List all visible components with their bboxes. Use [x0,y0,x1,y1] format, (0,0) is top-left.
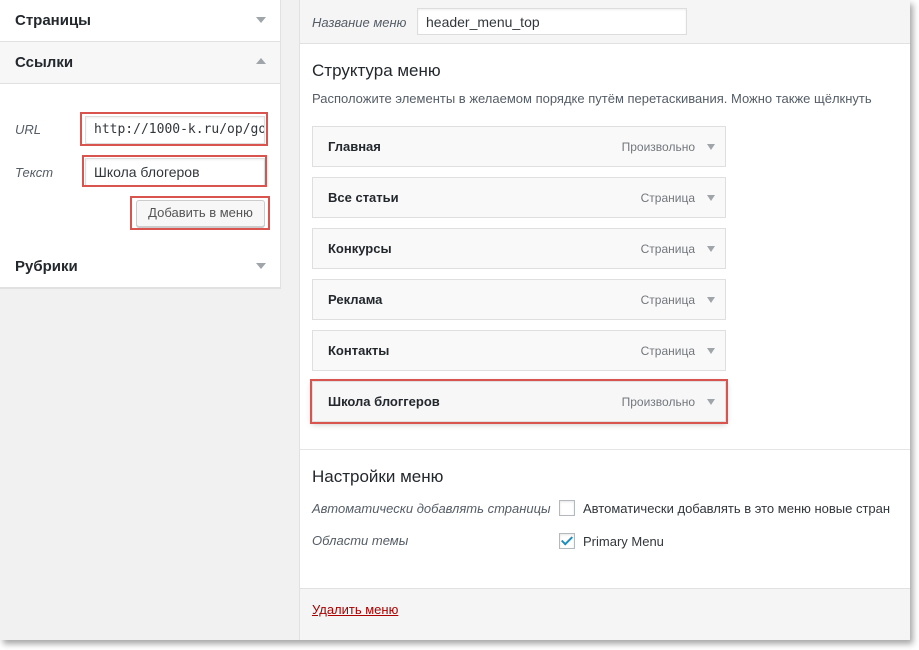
chevron-down-icon[interactable] [707,144,715,150]
menu-item-type: Страница [640,191,695,205]
accordion-links[interactable]: Ссылки [0,42,280,84]
chevron-down-icon[interactable] [707,195,715,201]
menu-item-label: Контакты [328,343,390,358]
checkmark-icon [560,533,574,546]
add-menu-items-panel: Страницы Ссылки URL http://1000-k.ru/op/… [0,0,281,289]
menu-edit-panel: Название меню header_menu_top Структура … [299,0,910,640]
auto-add-checkbox[interactable] [559,500,575,516]
auto-add-label: Автоматически добавлять страницы [312,501,551,516]
chevron-down-icon[interactable] [256,263,266,269]
accordion-pages[interactable]: Страницы [0,0,280,42]
delete-menu-link[interactable]: Удалить меню [312,602,398,617]
accordion-pages-title: Страницы [15,12,91,29]
button-highlight-box [130,196,270,230]
menu-item-type: Страница [640,344,695,358]
accordion-categories-title: Рубрики [15,258,78,275]
menu-item-type: Страница [640,242,695,256]
menu-footer: Удалить меню [300,588,910,640]
divider [300,449,910,450]
menu-structure-description: Расположите элементы в желаемом порядке … [312,91,872,106]
primary-menu-text: Primary Menu [583,534,664,549]
menu-name-input[interactable]: header_menu_top [417,8,687,35]
text-highlight-box [82,155,267,187]
menu-item[interactable]: Реклама Страница [312,279,726,320]
menu-name-label: Название меню [312,15,407,30]
menu-item-label: Главная [328,139,381,154]
menu-item[interactable]: Контакты Страница [312,330,726,371]
menu-name-bar: Название меню header_menu_top [300,0,910,44]
url-highlight-box [80,112,268,146]
auto-add-text: Автоматически добавлять в это меню новые… [583,501,891,516]
menu-item-label: Реклама [328,292,383,307]
menu-item-type: Произвольно [621,140,695,154]
menu-structure-title: Структура меню [312,61,441,80]
menu-item[interactable]: Главная Произвольно [312,126,726,167]
menu-item-label: Конкурсы [328,241,392,256]
primary-menu-checkbox[interactable] [559,533,575,549]
theme-locations-label: Области темы [312,533,409,548]
new-item-highlight-box [310,379,728,424]
text-label: Текст [15,165,54,180]
menu-item[interactable]: Конкурсы Страница [312,228,726,269]
menu-item-type: Страница [640,293,695,307]
accordion-categories[interactable]: Рубрики [0,246,280,288]
chevron-up-icon[interactable] [256,58,266,64]
menu-item[interactable]: Все статьи Страница [312,177,726,218]
menu-item-label: Все статьи [328,190,399,205]
url-label: URL [15,122,42,137]
screenshot-frame: Страницы Ссылки URL http://1000-k.ru/op/… [0,0,910,640]
chevron-down-icon[interactable] [707,246,715,252]
menu-settings-title: Настройки меню [312,467,444,486]
chevron-down-icon[interactable] [256,17,266,23]
accordion-links-title: Ссылки [15,54,74,71]
chevron-down-icon[interactable] [707,297,715,303]
chevron-down-icon[interactable] [707,348,715,354]
